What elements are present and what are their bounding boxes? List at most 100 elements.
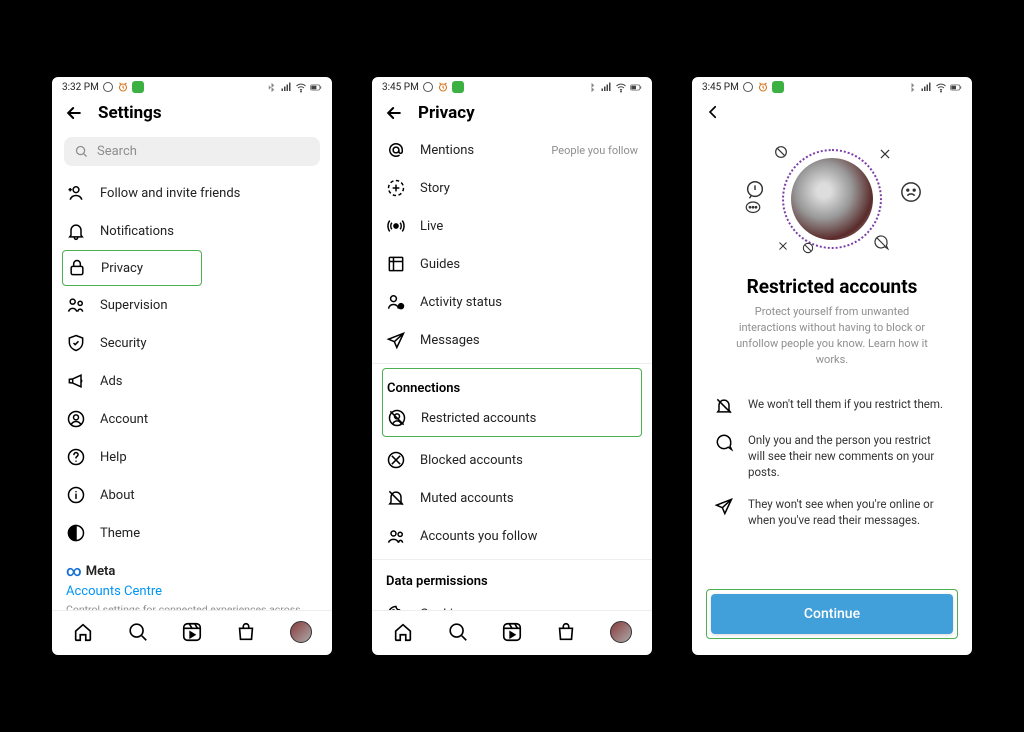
item-guides[interactable]: Guides <box>372 245 652 283</box>
help-icon <box>66 447 86 467</box>
info-row-2: Only you and the person you restrict wil… <box>692 424 972 488</box>
restricted-subtitle: Protect yourself from unwanted interacti… <box>712 298 952 382</box>
info-row-1: We won't tell them if you restrict them. <box>692 388 972 424</box>
lock-icon <box>67 258 87 278</box>
item-notifications[interactable]: Notifications <box>52 212 332 250</box>
section-data-permissions: Data permissions <box>372 564 652 595</box>
item-account[interactable]: Account <box>52 400 332 438</box>
bell-icon <box>66 221 86 241</box>
nav-home-icon[interactable] <box>72 621 94 643</box>
status-time: 3:45 PM <box>382 82 419 93</box>
control-description: Control settings for connected experienc… <box>52 603 332 610</box>
back-arrow-icon[interactable] <box>64 103 84 123</box>
item-blocked-accounts[interactable]: Blocked accounts <box>372 441 652 479</box>
guides-icon <box>386 254 406 274</box>
section-connections: Connections <box>383 371 641 402</box>
at-icon <box>386 140 406 160</box>
status-bar: 3:45 PM <box>692 77 972 95</box>
info-row-3: They won't see when you're online or whe… <box>692 488 972 536</box>
item-muted-accounts[interactable]: Muted accounts <box>372 479 652 517</box>
nav-profile-avatar[interactable] <box>610 621 632 643</box>
block-icon <box>386 450 406 470</box>
phone-privacy: 3:45 PM Privacy Mentions People you foll… <box>372 77 652 655</box>
item-accounts-you-follow[interactable]: Accounts you follow <box>372 517 652 555</box>
item-about[interactable]: About <box>52 476 332 514</box>
hero-illustration: Restricted accounts Protect yourself fro… <box>692 129 972 388</box>
item-activity-status[interactable]: Activity status <box>372 283 652 321</box>
app-badge-icon <box>772 81 784 93</box>
privacy-list: Mentions People you follow Story Live Gu… <box>372 131 652 610</box>
settings-list: Follow and invite friends Notifications … <box>52 174 332 610</box>
nav-shop-icon[interactable] <box>555 621 577 643</box>
search-icon <box>74 144 89 159</box>
prohibit-icon <box>797 237 819 259</box>
sad-face-icon <box>900 181 922 203</box>
bell-off-icon <box>714 396 734 416</box>
shield-icon <box>66 333 86 353</box>
chat-indicator-icon <box>422 81 434 93</box>
chat-off-icon <box>870 231 892 253</box>
accounts-centre-link[interactable]: Accounts Centre <box>52 582 332 603</box>
nav-reels-icon[interactable] <box>501 621 523 643</box>
activity-icon <box>386 292 406 312</box>
phone-restricted: 3:45 PM Restricted accounts Pr <box>692 77 972 655</box>
theme-icon <box>66 523 86 543</box>
mute-icon <box>386 488 406 508</box>
avatar-icon <box>290 621 312 643</box>
dotted-ring <box>782 149 882 249</box>
continue-button[interactable]: Continue <box>711 594 953 634</box>
search-input[interactable]: Search <box>64 137 320 166</box>
item-restricted-accounts[interactable]: Restricted accounts <box>383 402 641 434</box>
alarm-icon <box>437 81 449 93</box>
item-supervision[interactable]: Supervision <box>52 286 332 324</box>
nav-home-icon[interactable] <box>392 621 414 643</box>
alarm-icon <box>117 81 129 93</box>
item-privacy[interactable]: Privacy <box>62 250 202 286</box>
item-cookies[interactable]: Cookies <box>372 595 652 610</box>
dots-bubble-icon <box>742 197 764 219</box>
item-follow-invite[interactable]: Follow and invite friends <box>52 174 332 212</box>
item-messages[interactable]: Messages <box>372 321 652 359</box>
back-arrow-icon[interactable] <box>384 103 404 123</box>
nav-profile-avatar[interactable] <box>290 621 312 643</box>
item-story[interactable]: Story <box>372 169 652 207</box>
status-bar: 3:45 PM <box>372 77 652 95</box>
bluetooth-icon <box>905 81 917 93</box>
item-ads[interactable]: Ads <box>52 362 332 400</box>
status-time: 3:45 PM <box>702 82 739 93</box>
connections-highlight: Connections Restricted accounts <box>382 368 642 437</box>
item-mentions[interactable]: Mentions People you follow <box>372 131 652 169</box>
x-small-icon <box>772 235 794 257</box>
meta-logo-icon: ∞ <box>66 562 82 580</box>
wifi-icon <box>295 81 307 93</box>
send-icon <box>714 496 734 528</box>
prohibit-icon <box>770 141 792 163</box>
item-help[interactable]: Help <box>52 438 332 476</box>
people-icon <box>386 526 406 546</box>
nav-shop-icon[interactable] <box>235 621 257 643</box>
send-icon <box>386 330 406 350</box>
wifi-icon <box>615 81 627 93</box>
signal-icon <box>280 81 292 93</box>
info-icon <box>66 485 86 505</box>
meta-brand: ∞Meta <box>52 552 332 582</box>
nav-reels-icon[interactable] <box>181 621 203 643</box>
page-title: Privacy <box>418 103 475 123</box>
bottom-nav <box>52 610 332 655</box>
megaphone-icon <box>66 371 86 391</box>
wifi-icon <box>935 81 947 93</box>
supervision-icon <box>66 295 86 315</box>
item-security[interactable]: Security <box>52 324 332 362</box>
page-title: Settings <box>98 103 162 123</box>
back-chevron-icon[interactable] <box>692 95 972 129</box>
item-live[interactable]: Live <box>372 207 652 245</box>
search-placeholder: Search <box>97 144 137 159</box>
story-icon <box>386 178 406 198</box>
header: Settings <box>52 95 332 131</box>
mentions-value: People you follow <box>551 144 638 157</box>
item-theme[interactable]: Theme <box>52 514 332 552</box>
nav-search-icon[interactable] <box>127 621 149 643</box>
alarm-icon <box>757 81 769 93</box>
bluetooth-icon <box>265 81 277 93</box>
nav-search-icon[interactable] <box>447 621 469 643</box>
